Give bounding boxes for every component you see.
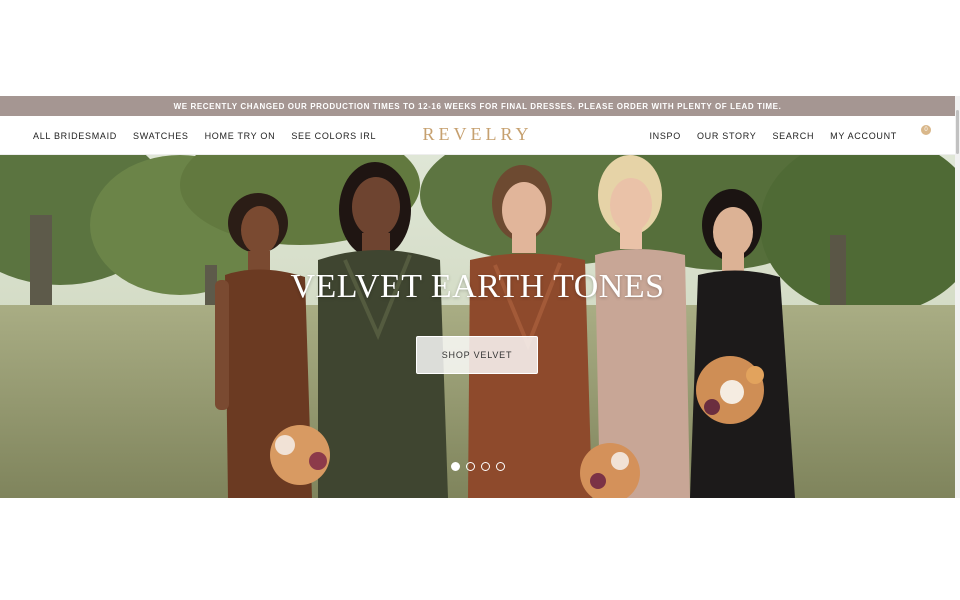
nav-see-colors-irl[interactable]: SEE COLORS IRL [291,131,376,141]
carousel-dot-3[interactable] [481,462,490,471]
hero-photo [0,155,955,498]
nav-right-group: INSPO OUR STORY SEARCH MY ACCOUNT 0 [649,116,933,155]
cart-icon[interactable]: 0 [919,124,933,141]
hero-banner: VELVET EARTH TONES SHOP VELVET [0,155,955,498]
main-nav: ALL BRIDESMAID SWATCHES HOME TRY ON SEE … [0,116,955,155]
blank-top-area [0,0,960,96]
carousel-dot-4[interactable] [496,462,505,471]
nav-my-account[interactable]: MY ACCOUNT [830,131,897,141]
announcement-text: WE RECENTLY CHANGED OUR PRODUCTION TIMES… [173,101,782,111]
nav-inspo[interactable]: INSPO [649,131,681,141]
carousel-dot-2[interactable] [466,462,475,471]
shop-velvet-button[interactable]: SHOP VELVET [416,336,538,374]
cart-count-badge: 0 [921,124,931,135]
revelry-logo[interactable]: REVELRY [422,124,532,144]
hero-title: VELVET EARTH TONES [290,268,665,305]
carousel-dot-1[interactable] [451,462,460,471]
carousel-dots [451,462,505,471]
nav-left-group: ALL BRIDESMAID SWATCHES HOME TRY ON SEE … [33,116,376,155]
nav-all-bridesmaid[interactable]: ALL BRIDESMAID [33,131,117,141]
nav-search[interactable]: SEARCH [772,131,814,141]
scrollbar[interactable] [955,96,960,498]
nav-our-story[interactable]: OUR STORY [697,131,756,141]
announcement-bar: WE RECENTLY CHANGED OUR PRODUCTION TIMES… [0,96,955,116]
scrollbar-thumb[interactable] [956,110,959,154]
nav-home-try-on[interactable]: HOME TRY ON [205,131,276,141]
nav-swatches[interactable]: SWATCHES [133,131,189,141]
